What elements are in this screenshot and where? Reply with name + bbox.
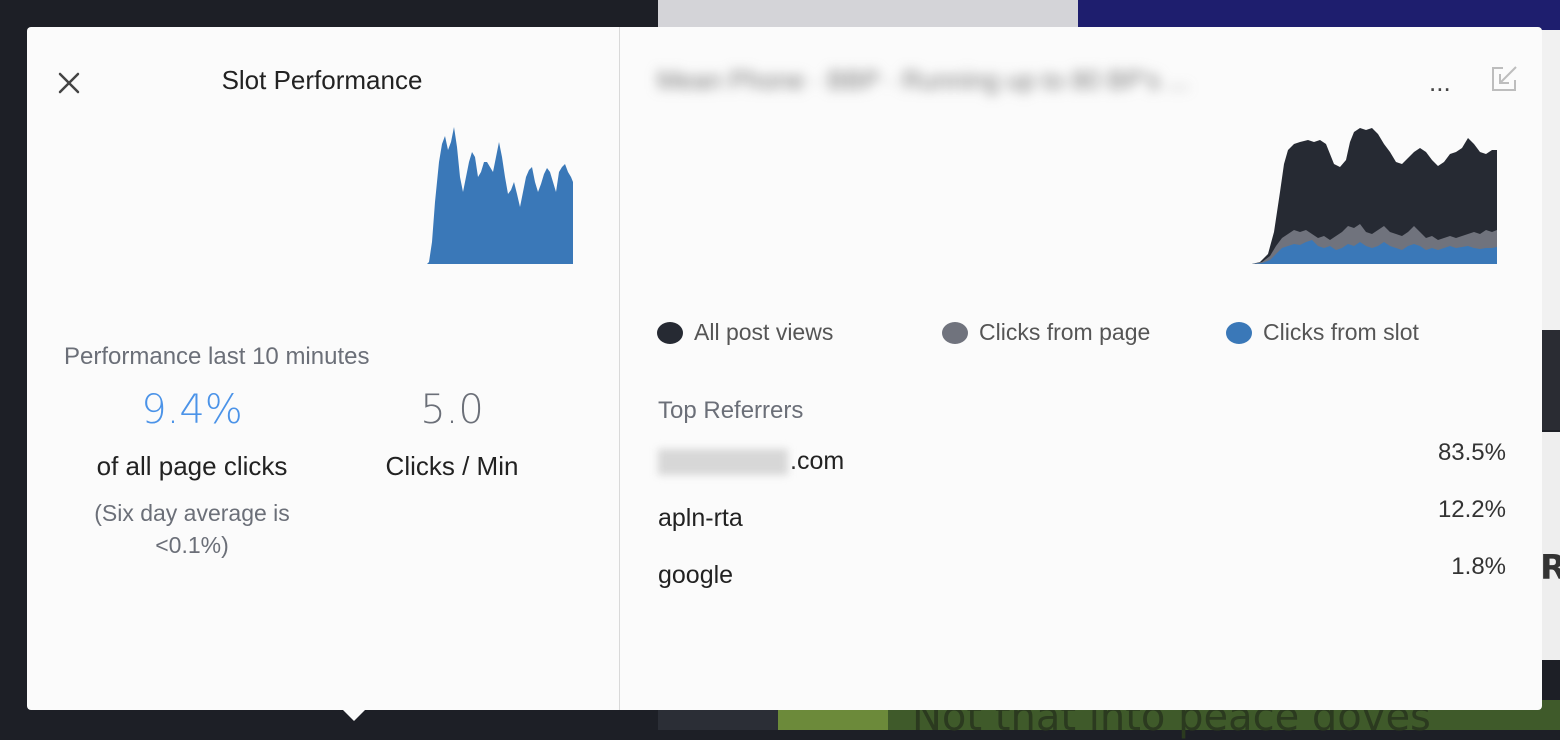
chart-legend: All post views Clicks from page Clicks f… bbox=[657, 319, 1507, 351]
post-title-obscured: Mean Phone · BBP · Running up to 80 BP's… bbox=[657, 65, 1190, 95]
panel-divider bbox=[619, 27, 620, 710]
performance-label: Performance last 10 minutes bbox=[64, 343, 370, 370]
six-day-average-note: (Six day average is <0.1%) bbox=[94, 500, 290, 558]
clicks-per-minute-caption: Clicks / Min bbox=[385, 451, 519, 481]
page-click-share-caption: of all page clicks bbox=[96, 451, 288, 481]
referrer-row[interactable]: apln-rta 12.2% bbox=[658, 496, 1506, 544]
panel-title: Slot Performance bbox=[221, 65, 423, 95]
referrer-name: apln-rta bbox=[658, 504, 743, 532]
background-page-panel-light bbox=[1540, 432, 1560, 660]
legend-swatch-gray bbox=[942, 321, 968, 344]
slot-performance-popup: Slot Performance Performance last 10 min… bbox=[27, 27, 1542, 710]
legend-label: All post views bbox=[694, 319, 834, 345]
legend-item-clicks-from-page: Clicks from page bbox=[942, 319, 1150, 346]
legend-swatch-dark bbox=[657, 321, 683, 344]
expand-icon[interactable] bbox=[1489, 64, 1519, 94]
referrer-name-text: .com bbox=[790, 447, 845, 475]
post-title-ellipsis: ... bbox=[1429, 67, 1451, 97]
legend-label: Clicks from slot bbox=[1263, 319, 1419, 345]
close-icon[interactable] bbox=[55, 69, 83, 97]
background-page-panel bbox=[1540, 30, 1560, 330]
top-referrers-heading: Top Referrers bbox=[658, 397, 804, 424]
clicks-per-minute-value: 5.0 bbox=[420, 387, 484, 433]
background-page-panel-dark bbox=[1540, 330, 1560, 430]
legend-item-all-post-views: All post views bbox=[657, 319, 833, 346]
referrer-share: 12.2% bbox=[1437, 496, 1506, 523]
slot-clicks-area bbox=[427, 127, 573, 264]
referrer-share: 83.5% bbox=[1437, 439, 1506, 466]
page-click-share-value: 9.4% bbox=[141, 387, 243, 433]
legend-label: Clicks from page bbox=[979, 319, 1151, 345]
legend-swatch-blue bbox=[1226, 321, 1252, 344]
referrer-name: .com bbox=[658, 447, 844, 476]
referrer-row[interactable]: .com 83.5% bbox=[658, 439, 1506, 487]
popup-caret bbox=[341, 708, 367, 721]
background-page-banner bbox=[658, 0, 1078, 30]
referrer-name: google bbox=[658, 561, 734, 589]
background-letter: R bbox=[1540, 548, 1560, 588]
referrer-row[interactable]: google 1.8% bbox=[658, 553, 1506, 601]
slot-clicks-sparkline bbox=[427, 127, 573, 264]
referrer-name-obscured bbox=[658, 448, 788, 475]
background-footer-dark bbox=[658, 710, 778, 730]
post-traffic-area-chart bbox=[1252, 128, 1497, 264]
background-page-header bbox=[1078, 0, 1560, 30]
legend-item-clicks-from-slot: Clicks from slot bbox=[1226, 319, 1419, 346]
referrer-share: 1.8% bbox=[1451, 553, 1506, 580]
